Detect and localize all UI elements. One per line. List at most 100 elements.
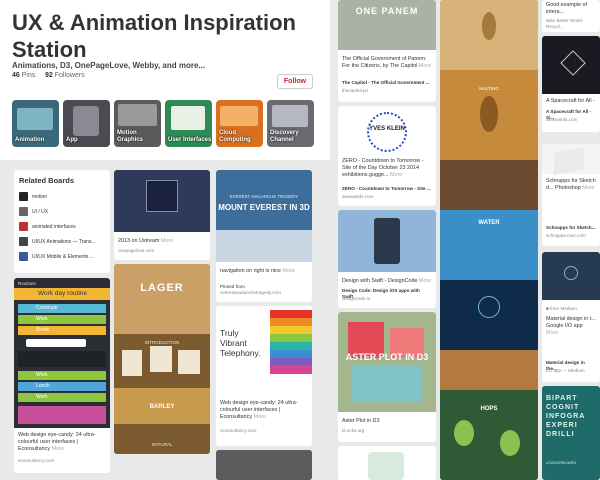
pin-caption: Web design eye-candy: 24 ultra-colourful… xyxy=(18,432,96,452)
pin-swift[interactable]: Design with Swift - DesignCode More Desi… xyxy=(338,210,436,308)
aster-title: ASTER PLOT IN D3 xyxy=(345,352,429,362)
board-thumb-icon xyxy=(19,252,28,262)
more-link[interactable]: More xyxy=(419,278,431,284)
more-link[interactable]: More xyxy=(582,185,594,191)
more-link[interactable]: More xyxy=(282,268,294,274)
pin-source[interactable]: I/O app — Medium xyxy=(546,368,596,374)
pin-caption: navigation on right is nice More xyxy=(220,268,295,274)
section-motion-graphics[interactable]: Motion Graphics xyxy=(114,100,161,147)
color-strip xyxy=(270,334,312,342)
followers-count-label: Followers xyxy=(54,72,85,79)
related-boards-title: Related Boards xyxy=(19,176,75,185)
pin-source[interactable]: econsultancy.com xyxy=(220,428,308,434)
pin-sub-title: ZERO - Countdown to Tomorrow - Site ... xyxy=(342,186,431,191)
phone-image xyxy=(374,218,400,264)
pin-partial[interactable] xyxy=(216,450,312,480)
board-thumb-icon xyxy=(19,207,28,217)
color-strip xyxy=(270,326,312,334)
routine-timeline-bar xyxy=(18,406,106,424)
section-discovery-channel[interactable]: Discovery Channel xyxy=(267,100,314,147)
routine-app-label: Routines xyxy=(18,281,36,286)
related-board-item[interactable]: UI/UX Mobile & Elements ... xyxy=(19,252,94,262)
pin-source[interactable]: designcode.io xyxy=(342,296,432,302)
related-board-label: UI/UX Animations — Trans... xyxy=(32,239,96,245)
pin-bipartite[interactable]: BIPART COGNIT INFOGRA EXPERI DRILLI LEAD… xyxy=(542,386,600,480)
color-strip xyxy=(270,318,312,326)
section-label: Discovery Channel xyxy=(270,130,299,143)
section-thumb-image xyxy=(73,106,99,136)
pin-sub-title: The Capitol - The Official Government ..… xyxy=(342,80,430,85)
pins-count-label: Pins xyxy=(21,72,36,79)
material-circle-icon xyxy=(564,266,578,280)
heatmap-block xyxy=(352,366,422,402)
follow-button[interactable]: Follow xyxy=(277,74,313,89)
section-animation[interactable]: Animation xyxy=(12,100,59,147)
pin-image xyxy=(368,452,404,480)
grain-image xyxy=(480,96,498,132)
pin-ustream[interactable]: 2013 on Ustream More onepagelove.com xyxy=(114,170,210,260)
more-link[interactable]: More xyxy=(161,238,173,244)
pin-material-design[interactable]: ■ from Medium Material design in t... Go… xyxy=(542,252,600,382)
related-board-item[interactable]: motion xyxy=(19,192,47,202)
color-strip xyxy=(270,342,312,350)
pin-source[interactable]: onepagelove.com xyxy=(118,248,206,254)
brewery-image xyxy=(440,160,538,210)
section-thumb-image xyxy=(272,105,308,127)
more-link[interactable]: More xyxy=(546,330,558,336)
color-strip xyxy=(270,358,312,366)
related-board-item[interactable]: UI / UX xyxy=(19,207,48,217)
pin-lager[interactable]: LAGER INTRODUCTION BARLEY NATURAL xyxy=(114,264,210,454)
pin-source[interactable]: schnapps-mac.com xyxy=(546,233,596,239)
section-user-interfaces[interactable]: User Interfaces xyxy=(165,100,212,147)
board-thumb-icon xyxy=(19,222,28,232)
pin-everest[interactable]: EVEREST AVALANCHE TRAGEDY MOUNT EVEREST … xyxy=(216,170,312,302)
pin-yves-klein[interactable]: YVES KLEIN ZERO - Countdown to Tomorrow … xyxy=(338,106,436,206)
pin-image xyxy=(114,264,210,334)
related-boards-card: Related Boards motion UI / UX animated i… xyxy=(14,170,110,273)
pin-source[interactable]: awwwards.com xyxy=(342,194,432,200)
pin-telephony[interactable]: Truly Vibrant Telephony. Web design eye-ca… xyxy=(216,306,312,446)
routine-search-field xyxy=(26,339,86,347)
color-strip xyxy=(270,350,312,358)
more-link[interactable]: More xyxy=(390,172,402,178)
section-app[interactable]: App xyxy=(63,100,110,147)
section-cloud-computing[interactable]: Cloud Computing xyxy=(216,100,263,147)
everest-title: MOUNT EVEREST IN 3D xyxy=(218,203,310,212)
pin-good-example[interactable]: Good example of intera... Nike Better Wo… xyxy=(542,0,600,32)
more-link[interactable]: More xyxy=(52,446,64,452)
related-board-label: animated interfaces xyxy=(32,224,76,230)
pin-partial[interactable] xyxy=(338,446,436,480)
leaderboard-label: LEADERBOARD xyxy=(546,460,577,465)
pins-count[interactable]: 46 Pins xyxy=(12,72,35,79)
pin-schnapps[interactable]: Schnapps for Sketch d... Photoshop More … xyxy=(542,144,600,246)
photo-card xyxy=(178,350,200,374)
pin-routine[interactable]: Routines Work day routine Commute Work B… xyxy=(14,278,110,473)
pin-caption: Good example of intera... xyxy=(546,2,588,15)
pin-image xyxy=(216,450,312,480)
more-link[interactable]: More xyxy=(419,63,431,69)
related-board-item[interactable]: animated interfaces xyxy=(19,222,76,232)
pin-source[interactable]: econsultancy.com xyxy=(18,458,106,464)
section-thumb-image xyxy=(17,108,53,130)
pin-source[interactable]: everestavalanchetragedy.com xyxy=(220,290,308,296)
pin-source[interactable]: Nike Better World Recycl... xyxy=(546,18,596,30)
bipartite-title: BIPART COGNIT INFOGRA EXPERI DRILLI xyxy=(546,395,586,438)
klein-circle xyxy=(367,112,407,152)
pin-caption: Schnapps for Sketch d... Photoshop More xyxy=(546,178,596,191)
pin-aster-plot[interactable]: ASTER PLOT IN D3 Aster Plot in D3 bl.ock… xyxy=(338,312,436,442)
panem-title: ONE PANEM xyxy=(355,6,419,16)
pin-beer-process[interactable]: MALTING WATER HOPS xyxy=(440,0,538,480)
more-link[interactable]: More xyxy=(254,414,266,420)
followers-count-value: 92 xyxy=(45,72,53,79)
pin-source[interactable]: bl.ocks.org xyxy=(342,428,432,434)
pin-caption: A Spacecraft for All - xyxy=(546,98,595,104)
pin-panem[interactable]: ONE PANEM The Official Government of Pan… xyxy=(338,0,436,102)
related-board-item[interactable]: UI/UX Animations — Trans... xyxy=(19,237,96,247)
followers-count[interactable]: 92 Followers xyxy=(45,72,85,79)
pin-source[interactable]: awwwards.com xyxy=(546,117,596,123)
board-title: UX & Animation Inspiration Station xyxy=(12,10,296,62)
pin-source[interactable]: thecapitol.pn xyxy=(342,88,432,94)
medium-label: ■ from Medium xyxy=(546,306,577,311)
pin-spacecraft[interactable]: A Spacecraft for All - A Spacecraft for … xyxy=(542,36,600,132)
water-drop-icon xyxy=(478,296,500,318)
